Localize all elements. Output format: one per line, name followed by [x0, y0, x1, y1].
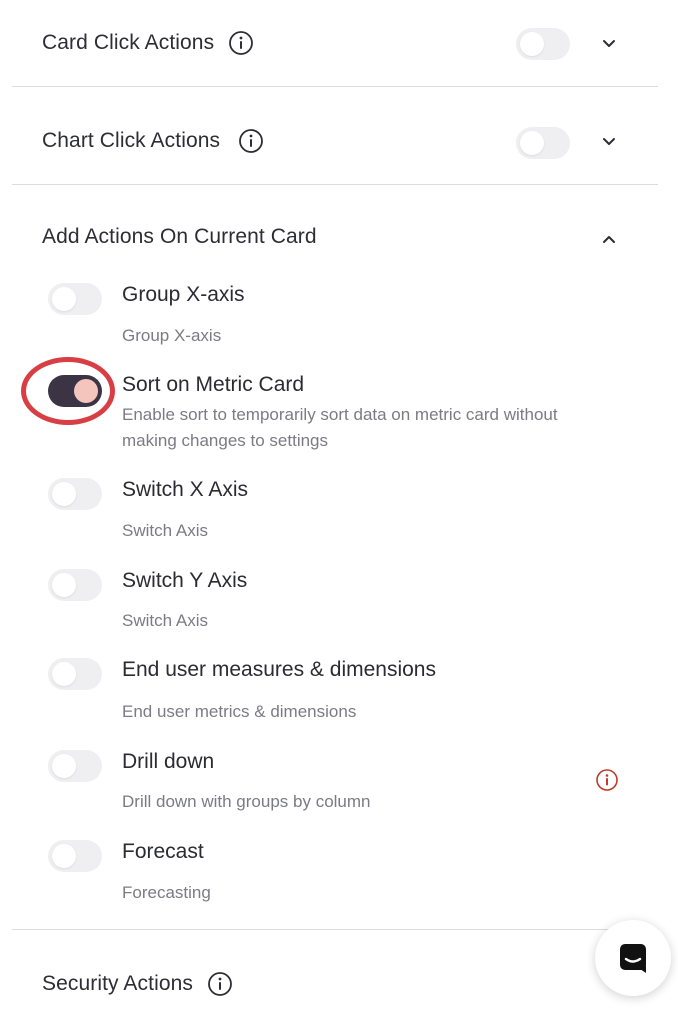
actions-settings-panel: Card Click Actions Chart Click Actions A…: [0, 0, 678, 1020]
chevron-down-icon[interactable]: [598, 33, 620, 55]
divider: [12, 86, 658, 87]
security-actions-title: Security Actions: [42, 972, 193, 995]
info-icon[interactable]: [238, 128, 264, 154]
divider: [12, 929, 658, 930]
group-x-axis-toggle[interactable]: [48, 283, 102, 315]
group-x-axis-title: Group X-axis: [122, 283, 245, 306]
drill-down-description: Drill down with groups by column: [122, 792, 371, 811]
card-click-actions-toggle[interactable]: [516, 28, 570, 60]
sort-on-metric-card-description: Enable sort to temporarily sort data on …: [122, 405, 558, 450]
info-icon[interactable]: [207, 971, 233, 997]
drill-down-title: Drill down: [122, 750, 215, 773]
switch-x-axis-description: Switch Axis: [122, 521, 208, 540]
end-user-measures-title: End user measures & dimensions: [122, 658, 436, 681]
chart-click-actions-toggle[interactable]: [516, 127, 570, 159]
switch-x-axis-toggle[interactable]: [48, 478, 102, 510]
add-actions-title: Add Actions On Current Card: [42, 225, 317, 248]
drill-down-toggle[interactable]: [48, 750, 102, 782]
group-x-axis-description: Group X-axis: [122, 326, 222, 345]
info-icon[interactable]: [595, 768, 619, 792]
sort-on-metric-card-title: Sort on Metric Card: [122, 373, 305, 396]
chevron-up-icon[interactable]: [598, 228, 620, 250]
switch-y-axis-toggle[interactable]: [48, 569, 102, 601]
card-click-actions-title: Card Click Actions: [42, 31, 215, 54]
info-icon[interactable]: [228, 30, 254, 56]
chevron-down-icon[interactable]: [598, 131, 620, 153]
switch-y-axis-description: Switch Axis: [122, 611, 208, 630]
sort-on-metric-card-toggle[interactable]: [48, 375, 102, 407]
chat-launcher-button[interactable]: [595, 920, 671, 996]
forecast-toggle[interactable]: [48, 840, 102, 872]
card-click-actions-header[interactable]: Card Click Actions: [42, 23, 678, 63]
switch-y-axis-title: Switch Y Axis: [122, 569, 248, 592]
security-actions-header[interactable]: Security Actions: [42, 964, 678, 1004]
chat-icon: [615, 940, 651, 976]
switch-x-axis-title: Switch X Axis: [122, 478, 249, 501]
forecast-description: Forecasting: [122, 883, 211, 902]
divider: [12, 184, 658, 185]
end-user-measures-toggle[interactable]: [48, 658, 102, 690]
chart-click-actions-title: Chart Click Actions: [42, 129, 221, 152]
forecast-title: Forecast: [122, 840, 204, 863]
end-user-measures-description: End user metrics & dimensions: [122, 702, 357, 721]
add-actions-header[interactable]: Add Actions On Current Card: [42, 217, 678, 257]
chart-click-actions-header[interactable]: Chart Click Actions: [42, 121, 678, 161]
